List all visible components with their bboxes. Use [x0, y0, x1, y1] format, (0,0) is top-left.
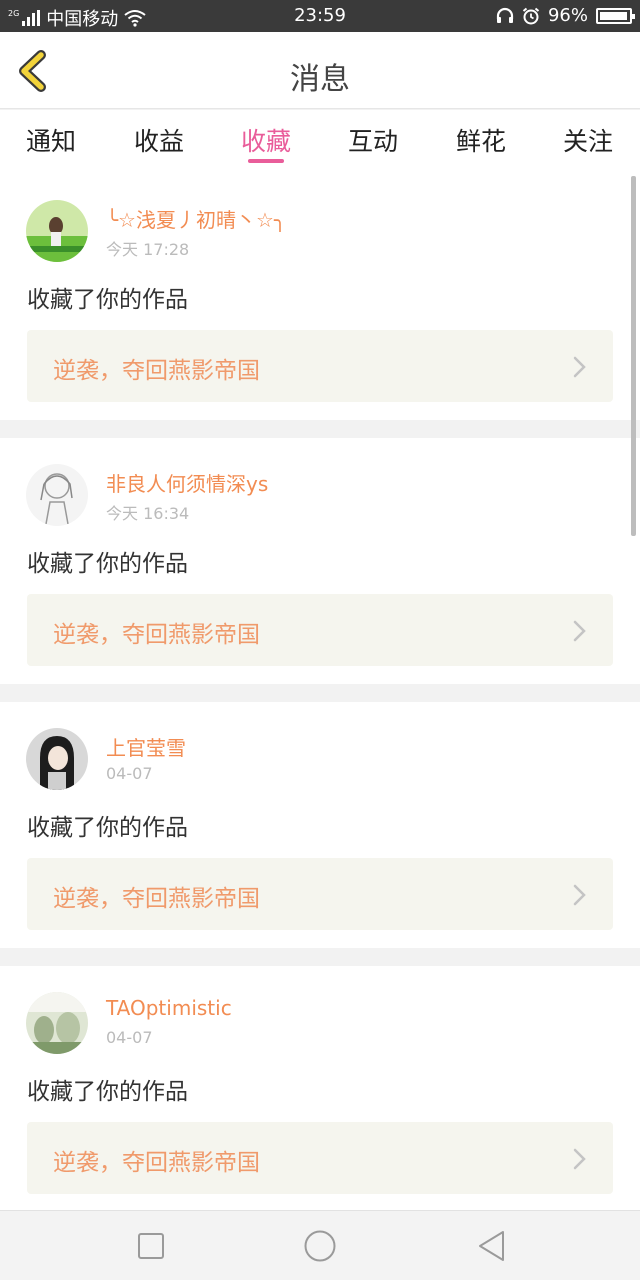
avatar[interactable] [26, 464, 88, 526]
home-icon[interactable] [303, 1229, 337, 1263]
tab-earnings[interactable]: 收益 [114, 122, 204, 158]
message-action: 收藏了你的作品 [27, 287, 188, 313]
work-link[interactable]: 逆袭，夺回燕影帝国 [27, 594, 613, 666]
chevron-right-icon [573, 356, 586, 378]
chevron-right-icon [573, 884, 586, 906]
battery-icon [596, 7, 635, 24]
active-tab-indicator [248, 159, 284, 163]
message-card: ╰☆浅夏丿初晴丶☆╮ 今天 17:28 收藏了你的作品 逆袭，夺回燕影帝国 [0, 174, 640, 420]
status-right: 96% [496, 5, 635, 26]
headphones-icon [496, 7, 514, 23]
username[interactable]: TAOptimistic [106, 996, 232, 1020]
message-time: 今天 17:28 [106, 240, 190, 259]
message-action: 收藏了你的作品 [27, 551, 188, 577]
work-link[interactable]: 逆袭，夺回燕影帝国 [27, 858, 613, 930]
username[interactable]: 上官莹雪 [106, 732, 186, 761]
chevron-right-icon [573, 620, 586, 642]
work-title: 逆袭，夺回燕影帝国 [53, 1150, 260, 1176]
scrollbar[interactable] [631, 176, 636, 536]
message-action: 收藏了你的作品 [27, 815, 188, 841]
username[interactable]: 非良人何须情深ys [106, 468, 268, 497]
avatar[interactable] [26, 728, 88, 790]
message-card: 上官莹雪 04-07 收藏了你的作品 逆袭，夺回燕影帝国 [0, 702, 640, 948]
system-nav-bar [0, 1210, 640, 1280]
username[interactable]: ╰☆浅夏丿初晴丶☆╮ [106, 204, 286, 233]
recent-apps-icon[interactable] [134, 1229, 168, 1263]
work-title: 逆袭，夺回燕影帝国 [53, 358, 260, 384]
message-time: 04-07 [106, 1028, 153, 1047]
tab-interactions[interactable]: 互动 [328, 122, 418, 158]
message-card: TAOptimistic 04-07 收藏了你的作品 逆袭，夺回燕影帝国 [0, 966, 640, 1212]
battery-percent: 96% [547, 5, 588, 26]
work-title: 逆袭，夺回燕影帝国 [53, 886, 260, 912]
tab-flowers[interactable]: 鲜花 [436, 122, 526, 158]
app-header: 消息 [0, 32, 640, 109]
page-title: 消息 [290, 62, 350, 97]
alarm-icon [522, 7, 540, 24]
message-time: 04-07 [106, 764, 153, 783]
back-icon[interactable] [475, 1229, 509, 1263]
tab-notifications[interactable]: 通知 [6, 122, 96, 158]
work-title: 逆袭，夺回燕影帝国 [53, 622, 260, 648]
tab-following[interactable]: 关注 [543, 122, 633, 158]
message-time: 今天 16:34 [106, 504, 190, 523]
message-action: 收藏了你的作品 [27, 1079, 188, 1105]
battery-fill [600, 11, 627, 20]
status-bar: 2G 中国移动 23:59 96% [0, 0, 640, 32]
message-card: 非良人何须情深ys 今天 16:34 收藏了你的作品 逆袭，夺回燕影帝国 [0, 438, 640, 684]
work-link[interactable]: 逆袭，夺回燕影帝国 [27, 1122, 613, 1194]
tab-bar: 通知 收益 收藏 互动 鲜花 关注 [0, 110, 640, 176]
chevron-right-icon [573, 1148, 586, 1170]
avatar[interactable] [26, 200, 88, 262]
avatar[interactable] [26, 992, 88, 1054]
work-link[interactable]: 逆袭，夺回燕影帝国 [27, 330, 613, 402]
tab-favorites[interactable]: 收藏 [221, 122, 311, 158]
